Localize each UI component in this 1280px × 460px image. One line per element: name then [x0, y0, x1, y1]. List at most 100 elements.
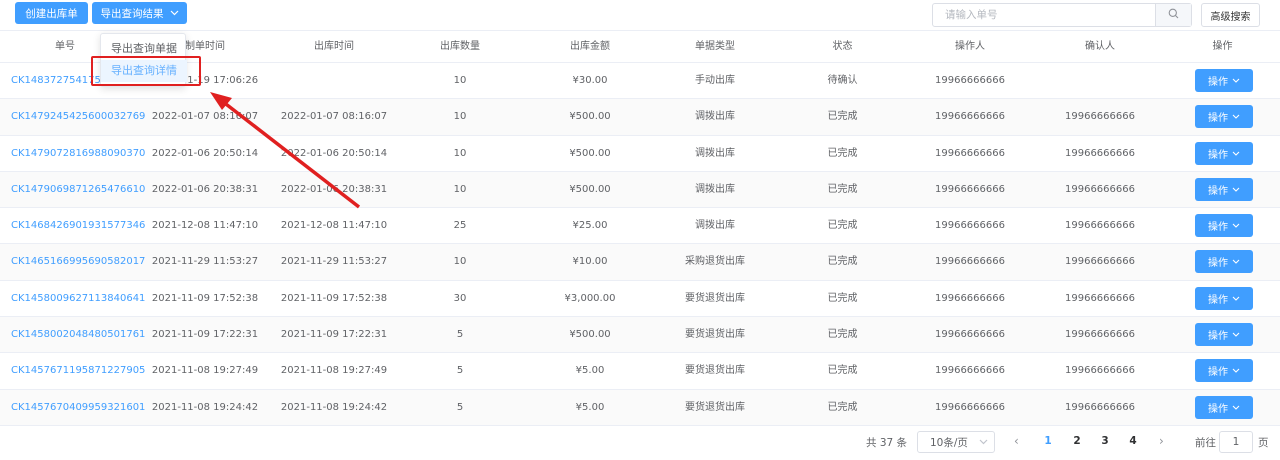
cell-status: 已完成 [827, 292, 858, 304]
cell-out-time: 2021-11-09 17:52:38 [280, 292, 388, 304]
row-action-button[interactable]: 操作 [1195, 105, 1253, 129]
toolbar: 创建出库单 导出查询结果 高级搜索 [0, 0, 1280, 30]
cell-confirmer: 19966666666 [1065, 111, 1135, 123]
cell-amount: ¥5.00 [575, 401, 605, 413]
goto-page-input[interactable]: 1 [1219, 431, 1253, 453]
cell-order-no[interactable]: CK1458009627113840641 [11, 281, 146, 317]
column-header: 单据类型 [695, 41, 735, 52]
cell-out-time: 2021-11-29 11:53:27 [280, 256, 388, 268]
cell-amount: ¥3,000.00 [564, 292, 616, 304]
export-results-button[interactable]: 导出查询结果 [92, 2, 187, 24]
row-action-button[interactable]: 操作 [1195, 395, 1253, 419]
cell-created-time: 2021-12-08 11:47:10 [151, 220, 259, 232]
row-action-label: 操作 [1208, 149, 1228, 161]
table-row: CK1479069871265476610 2022-01-06 20:38:31… [0, 171, 1280, 209]
cell-doc-type: 要货退货出库 [685, 401, 745, 413]
table-row: CK1479072816988090370 2022-01-06 20:50:14… [0, 136, 1280, 172]
page-button-2[interactable]: 2 [1069, 435, 1085, 447]
cell-confirmer: 19966666666 [1065, 329, 1135, 341]
page-button-4[interactable]: 4 [1125, 435, 1141, 447]
page-button-3[interactable]: 3 [1097, 435, 1113, 447]
row-action-label: 操作 [1208, 258, 1228, 270]
row-action-button[interactable]: 操作 [1195, 359, 1253, 383]
chevron-down-icon [1232, 220, 1240, 231]
cell-order-no[interactable]: CK1457671195871227905 [11, 353, 146, 389]
row-action-button[interactable]: 操作 [1195, 214, 1253, 238]
cell-operator: 19966666666 [935, 365, 1005, 377]
row-action-button[interactable]: 操作 [1195, 177, 1253, 201]
cell-status: 已完成 [827, 401, 858, 413]
outbound-table: 单号 制单时间 出库时间 出库数量 出库金额 单据类型 状态 操作人 确认人 操作 CK14837… [0, 30, 1280, 426]
row-action-button[interactable]: 操作 [1195, 141, 1253, 165]
export-results-label: 导出查询结果 [100, 7, 164, 20]
cell-quantity: 10 [453, 183, 467, 195]
cell-created-time: 2021-11-08 19:24:42 [151, 401, 259, 413]
cell-amount: ¥5.00 [575, 365, 605, 377]
cell-order-no[interactable]: CK1479245425600032769 [11, 99, 146, 135]
cell-amount: ¥30.00 [572, 75, 608, 86]
column-header: 单号 [55, 41, 75, 52]
cell-out-time: 2022-01-06 20:50:14 [280, 147, 388, 159]
cell-order-no[interactable]: CK1479069871265476610 [11, 172, 146, 208]
row-action-button[interactable]: 操作 [1195, 250, 1253, 274]
table-row: CK1458002048480501761 2021-11-09 17:22:31… [0, 317, 1280, 354]
chevron-down-icon [979, 436, 988, 448]
cell-order-no[interactable]: CK1458002048480501761 [11, 317, 146, 353]
cell-amount: ¥500.00 [569, 183, 611, 195]
column-header: 出库数量 [440, 41, 480, 52]
table-row: CK1479245425600032769 2022-01-07 08:16:07… [0, 99, 1280, 136]
row-action-label: 操作 [1208, 222, 1228, 234]
cell-amount: ¥500.00 [569, 111, 611, 123]
cell-order-no[interactable]: CK1468426901931577346 [11, 208, 146, 244]
search-input[interactable] [933, 4, 1155, 26]
chevron-down-icon [1232, 184, 1240, 195]
column-header: 状态 [832, 41, 853, 52]
table-row: CK1465166995690582017 2021-11-29 11:53:27… [0, 244, 1280, 281]
page-size-label: 10条/页 [930, 436, 968, 449]
cell-quantity: 5 [456, 365, 464, 377]
table-body: CK1483727541750 2022-01-19 17:06:26 10 ¥30.… [0, 63, 1280, 426]
cell-order-no[interactable]: CK1479072816988090370 [11, 136, 146, 172]
next-page-icon[interactable]: › [1159, 434, 1164, 448]
cell-created-time: 2021-11-29 11:53:27 [151, 256, 259, 268]
cell-confirmer: 19966666666 [1065, 256, 1135, 268]
cell-confirmer [1035, 63, 1165, 99]
cell-order-no[interactable]: CK1465166995690582017 [11, 244, 146, 280]
cell-created-time: 2021-11-09 17:22:31 [151, 329, 259, 341]
goto-prefix: 前往 [1195, 437, 1216, 449]
create-outbound-button[interactable]: 创建出库单 [15, 2, 88, 24]
cell-amount: ¥500.00 [569, 147, 611, 159]
page-size-select[interactable]: 10条/页 [917, 431, 995, 453]
row-action-label: 操作 [1208, 294, 1228, 306]
column-header: 操作 [1212, 41, 1233, 52]
cell-quantity: 5 [456, 401, 464, 413]
advanced-search-button[interactable]: 高级搜索 [1201, 3, 1260, 27]
cell-confirmer: 19966666666 [1065, 401, 1135, 413]
cell-doc-type: 调拨出库 [695, 183, 735, 195]
column-header: 出库金额 [570, 41, 610, 52]
cell-doc-type: 调拨出库 [695, 147, 735, 159]
cell-doc-type: 采购退货出库 [685, 256, 745, 268]
cell-doc-type: 调拨出库 [695, 111, 735, 123]
table-row: CK1457671195871227905 2021-11-08 19:27:49… [0, 353, 1280, 390]
goto-suffix: 页 [1258, 437, 1269, 449]
cell-order-no[interactable]: CK1457670409959321601 [11, 390, 146, 426]
cell-status: 已完成 [827, 147, 858, 159]
cell-created-time: 2021-11-08 19:27:49 [151, 365, 259, 377]
cell-operator: 19966666666 [935, 147, 1005, 159]
chevron-down-icon [1232, 365, 1240, 376]
row-action-button[interactable]: 操作 [1195, 69, 1253, 92]
cell-status: 已完成 [827, 256, 858, 268]
cell-out-time [270, 63, 398, 99]
prev-page-icon[interactable]: ‹ [1014, 434, 1019, 448]
cell-quantity: 25 [453, 220, 467, 232]
cell-operator: 19966666666 [935, 111, 1005, 123]
chevron-down-icon [1232, 148, 1240, 159]
row-action-button[interactable]: 操作 [1195, 323, 1253, 347]
cell-status: 已完成 [827, 111, 858, 123]
row-action-button[interactable]: 操作 [1195, 286, 1253, 310]
search-button[interactable] [1155, 4, 1191, 26]
page-button-1[interactable]: 1 [1040, 435, 1056, 447]
cell-confirmer: 19966666666 [1065, 220, 1135, 232]
table-row: CK1457670409959321601 2021-11-08 19:24:42… [0, 389, 1280, 426]
